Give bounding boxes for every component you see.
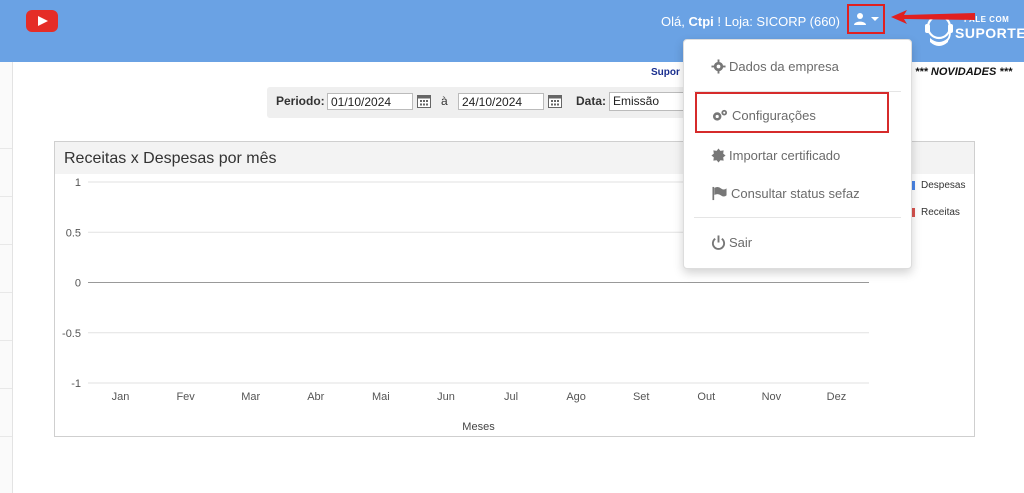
user-greeting: Olá, Ctpi ! Loja: SICORP (660) [661, 14, 840, 29]
chevron-down-icon [871, 17, 879, 21]
annotation-arrow [891, 10, 975, 24]
date-from-input[interactable] [327, 93, 413, 110]
sidebar-divider [0, 340, 12, 341]
legend-item[interactable]: Despesas [908, 180, 965, 191]
menu-item-sair[interactable]: Sair [711, 230, 891, 254]
x-tick-label: Jan [112, 391, 130, 403]
user-name: Ctpi [688, 14, 714, 29]
x-tick-label: Abr [307, 391, 324, 403]
novidades-link[interactable]: *** NOVIDADES *** [915, 66, 1012, 78]
sidebar-divider [0, 388, 12, 389]
x-tick-label: Mar [241, 391, 260, 403]
sidebar-divider [0, 436, 12, 437]
legend-label: Despesas [921, 180, 966, 191]
annotation-highlight [695, 92, 889, 133]
chart-title: Receitas x Despesas por mês [64, 150, 277, 167]
sidebar-divider [0, 244, 12, 245]
sidebar-divider [0, 196, 12, 197]
user-menu-button[interactable] [847, 4, 885, 34]
x-tick-label: Ago [566, 391, 586, 403]
x-axis-label: Meses [462, 421, 495, 433]
power-icon [711, 234, 726, 250]
data-label: Data: [576, 94, 607, 108]
menu-item-dados-empresa[interactable]: Dados da empresa [711, 54, 891, 78]
x-tick-label: Jun [437, 391, 455, 403]
user-dropdown-menu: Dados da empresa Configurações Importar … [683, 39, 912, 269]
periodo-label: Periodo: [276, 94, 325, 108]
date-separator: à [441, 94, 448, 108]
filter-bar: Periodo: à Data: Emissão [267, 87, 697, 118]
date-to-input[interactable] [458, 93, 544, 110]
y-tick-label: 1 [75, 177, 81, 189]
menu-divider [694, 217, 901, 218]
x-tick-label: Set [633, 391, 650, 403]
x-tick-label: Dez [827, 391, 847, 403]
y-tick-label: 0.5 [66, 227, 81, 239]
x-tick-label: Fev [176, 391, 195, 403]
certificate-icon [711, 147, 726, 163]
menu-item-label: Consultar status sefaz [731, 185, 860, 201]
y-tick-label: -0.5 [62, 328, 81, 340]
y-tick-label: -1 [71, 378, 81, 390]
calendar-icon[interactable] [417, 95, 431, 108]
support-line2: SUPORTE [955, 25, 1024, 41]
gear-icon [711, 58, 726, 74]
x-tick-label: Mai [372, 391, 390, 403]
store-info: ! Loja: SICORP (660) [713, 14, 840, 29]
sidebar-divider [0, 148, 12, 149]
legend-label: Receitas [921, 207, 960, 218]
greeting-prefix: Olá, [661, 14, 689, 29]
support-link[interactable]: Supor [651, 67, 680, 78]
menu-item-importar-certificado[interactable]: Importar certificado [711, 143, 891, 167]
data-type-selected: Emissão [613, 94, 660, 108]
legend-item[interactable]: Receitas [908, 207, 960, 218]
user-icon [854, 13, 866, 25]
left-sidebar [0, 62, 13, 493]
menu-item-label: Sair [729, 234, 753, 250]
menu-item-label: Importar certificado [729, 147, 841, 163]
flag-icon [712, 186, 727, 200]
menu-item-consultar-sefaz[interactable]: Consultar status sefaz [711, 181, 901, 205]
sidebar-divider [0, 292, 12, 293]
menu-item-label: Dados da empresa [729, 58, 839, 74]
y-tick-label: 0 [75, 278, 81, 290]
x-tick-label: Out [697, 391, 715, 403]
x-tick-label: Jul [504, 391, 518, 403]
youtube-icon[interactable] [26, 10, 58, 32]
x-tick-label: Nov [762, 391, 782, 403]
calendar-icon[interactable] [548, 95, 562, 108]
